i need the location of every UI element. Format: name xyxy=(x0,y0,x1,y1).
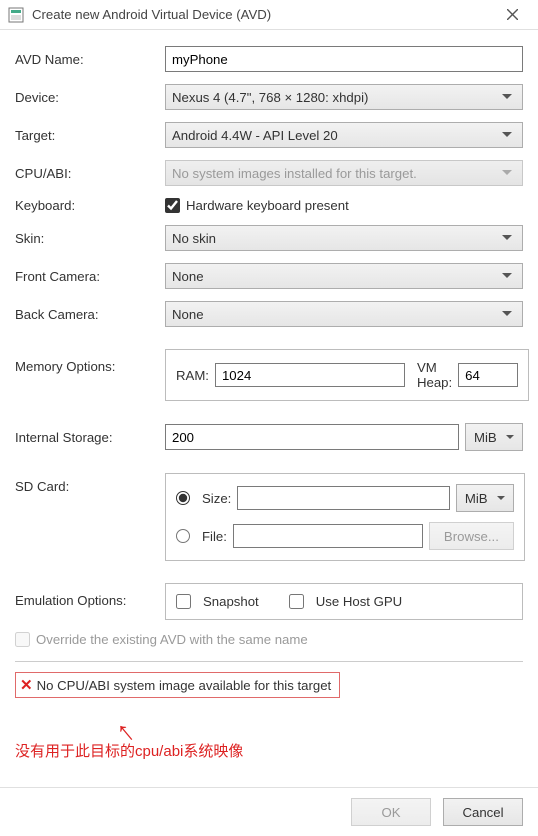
device-select[interactable]: Nexus 4 (4.7", 768 × 1280: xhdpi) xyxy=(165,84,523,110)
memory-options-label: Memory Options: xyxy=(15,349,165,374)
avd-name-label: AVD Name: xyxy=(15,52,165,67)
emulation-options-label: Emulation Options: xyxy=(15,583,165,608)
front-camera-label: Front Camera: xyxy=(15,269,165,284)
use-host-gpu-checkbox[interactable] xyxy=(289,594,304,609)
internal-storage-unit-value: MiB xyxy=(474,430,497,445)
app-icon xyxy=(8,7,24,23)
window-title: Create new Android Virtual Device (AVD) xyxy=(32,7,492,22)
sd-size-label: Size: xyxy=(202,491,231,506)
error-message-box: ✕ No CPU/ABI system image available for … xyxy=(15,672,340,698)
sd-card-group: Size: MiB File: Browse... xyxy=(165,473,525,561)
sd-size-radio[interactable] xyxy=(176,491,190,505)
chevron-down-icon xyxy=(502,170,512,175)
keyboard-checkbox[interactable] xyxy=(165,198,180,213)
chevron-down-icon xyxy=(502,94,512,99)
internal-storage-input[interactable] xyxy=(165,424,459,450)
sd-file-label: File: xyxy=(202,529,227,544)
internal-storage-label: Internal Storage: xyxy=(15,430,165,445)
snapshot-label: Snapshot xyxy=(203,594,259,609)
back-camera-select-value: None xyxy=(172,307,204,322)
chevron-down-icon xyxy=(506,435,514,439)
override-checkbox xyxy=(15,632,30,647)
front-camera-select[interactable]: None xyxy=(165,263,523,289)
ram-label: RAM: xyxy=(176,368,209,383)
device-select-value: Nexus 4 (4.7", 768 × 1280: xhdpi) xyxy=(172,90,368,105)
chevron-down-icon xyxy=(502,235,512,240)
skin-select[interactable]: No skin xyxy=(165,225,523,251)
memory-options-group: RAM: VM Heap: xyxy=(165,349,529,401)
error-text: No CPU/ABI system image available for th… xyxy=(37,678,332,693)
browse-button: Browse... xyxy=(429,522,514,550)
dialog-footer: OK Cancel xyxy=(0,787,538,836)
avd-name-input[interactable] xyxy=(165,46,523,72)
keyboard-label: Keyboard: xyxy=(15,198,165,213)
sd-size-unit-select[interactable]: MiB xyxy=(456,484,514,512)
sd-size-unit-value: MiB xyxy=(465,491,488,506)
sd-card-label: SD Card: xyxy=(15,473,165,494)
sd-file-radio[interactable] xyxy=(176,529,190,543)
device-label: Device: xyxy=(15,90,165,105)
use-host-gpu-label: Use Host GPU xyxy=(316,594,402,609)
separator xyxy=(15,661,523,662)
sd-size-input[interactable] xyxy=(237,486,450,510)
close-button[interactable] xyxy=(492,1,532,29)
annotation-text: 没有用于此目标的cpu/abi系统映像 xyxy=(15,740,523,761)
emulation-options-group: Snapshot Use Host GPU xyxy=(165,583,523,620)
target-select-value: Android 4.4W - API Level 20 xyxy=(172,128,338,143)
sd-file-input xyxy=(233,524,423,548)
ram-input[interactable] xyxy=(215,363,405,387)
back-camera-select[interactable]: None xyxy=(165,301,523,327)
back-camera-label: Back Camera: xyxy=(15,307,165,322)
cpu-abi-select-value: No system images installed for this targ… xyxy=(172,166,417,181)
snapshot-checkbox[interactable] xyxy=(176,594,191,609)
ok-button: OK xyxy=(351,798,431,826)
skin-select-value: No skin xyxy=(172,231,216,246)
cancel-button[interactable]: Cancel xyxy=(443,798,523,826)
target-select[interactable]: Android 4.4W - API Level 20 xyxy=(165,122,523,148)
chevron-down-icon xyxy=(502,311,512,316)
keyboard-checkbox-label: Hardware keyboard present xyxy=(186,198,349,213)
chevron-down-icon xyxy=(502,273,512,278)
internal-storage-unit-select[interactable]: MiB xyxy=(465,423,523,451)
vm-heap-label: VM Heap: xyxy=(417,360,452,390)
cpu-abi-select: No system images installed for this targ… xyxy=(165,160,523,186)
skin-label: Skin: xyxy=(15,231,165,246)
front-camera-select-value: None xyxy=(172,269,204,284)
chevron-down-icon xyxy=(497,496,505,500)
override-label: Override the existing AVD with the same … xyxy=(36,632,308,647)
chevron-down-icon xyxy=(502,132,512,137)
vm-heap-input[interactable] xyxy=(458,363,518,387)
title-bar: Create new Android Virtual Device (AVD) xyxy=(0,0,538,30)
error-x-icon: ✕ xyxy=(20,676,33,694)
cpu-abi-label: CPU/ABI: xyxy=(15,166,165,181)
target-label: Target: xyxy=(15,128,165,143)
